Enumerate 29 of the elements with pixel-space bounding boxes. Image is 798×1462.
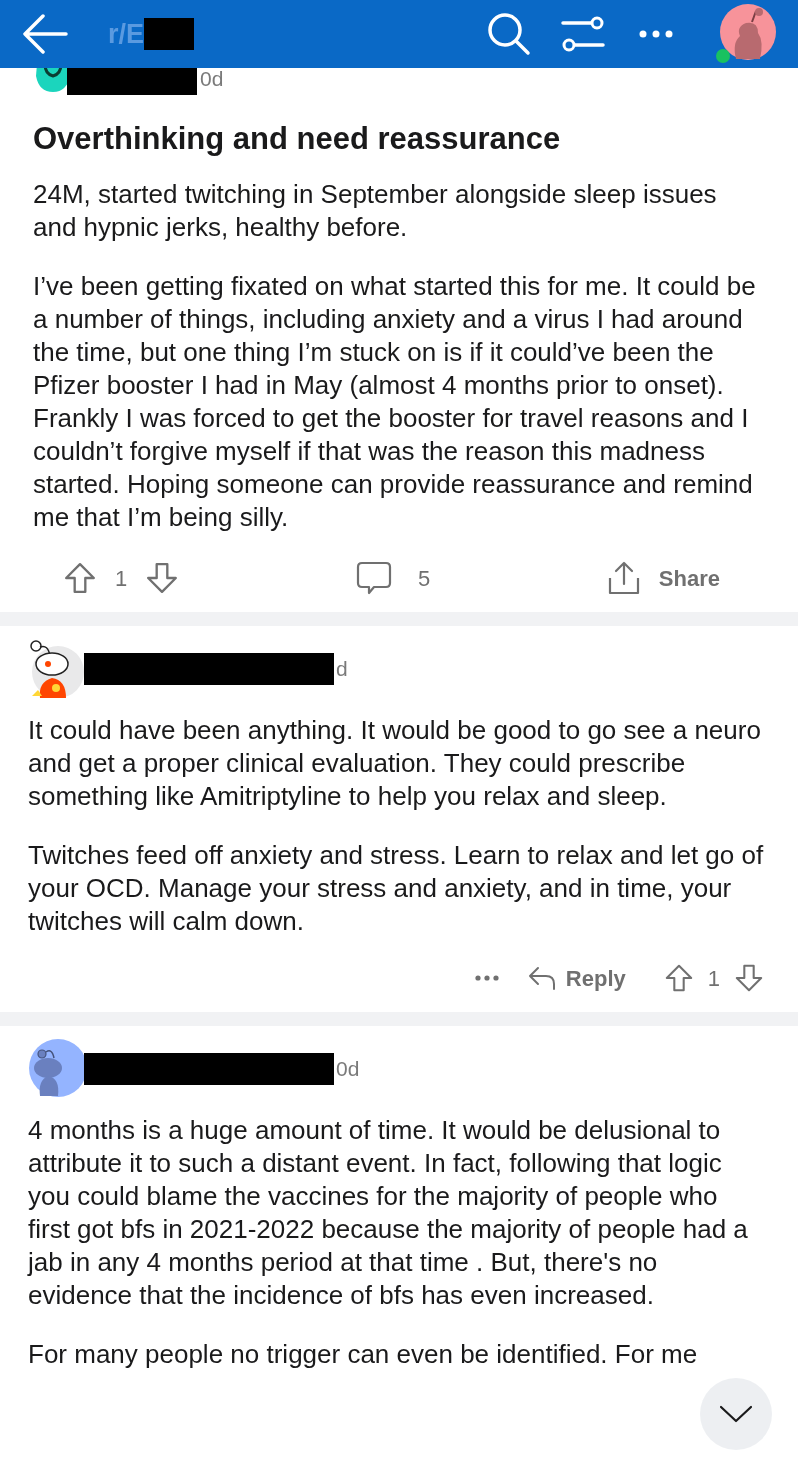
reply-icon xyxy=(527,965,556,991)
vote-count: 1 xyxy=(707,964,720,993)
more-icon[interactable] xyxy=(473,974,500,982)
share-button[interactable]: Share xyxy=(606,560,720,596)
post-title: Overthinking and need reassurance xyxy=(33,120,562,158)
downvote-icon[interactable] xyxy=(145,561,180,595)
filter-icon[interactable] xyxy=(561,14,605,54)
profile-avatar-icon[interactable] xyxy=(714,3,776,65)
comment-icon[interactable] xyxy=(355,560,392,596)
comment-paragraph: It could have been anything. It would be good to go see a neuro and get a proper clinical evaluation. They could prescribe something like Amitriptyline to help you relax and sleep. xyxy=(28,714,762,813)
post-paragraph: I’ve been getting fixated on what started this for me. It could be a number of things, including anxiety and a virus I had around the time, but one thing I’m stuck on is if it could’ve been the Pfizer booster I had in May (almost 4 months prior to onset). Frankly I was forced to get the booster for travel reasons and I couldn’t forgive myself if that was the reason this madness started. Hoping someone can provide reassurance and remind me that I’m being silly. xyxy=(33,270,757,534)
comment-age: 0d xyxy=(336,1056,360,1083)
chevron-down-icon xyxy=(719,1405,753,1423)
comment-paragraph: 4 months is a huge amount of time. It would be delusional to attribute it to such a distant event. In fact, following that logic you could blame the vaccines for the majority of people who first got bfs in 2021-2022 because the majority of people had a jab in any 4 months period at that time . But, there's no evidence that the incidence of bfs has even increased. xyxy=(28,1114,749,1312)
comment-paragraph: For many people no trigger can even be identified. For me xyxy=(28,1338,698,1371)
comment-age: d xyxy=(336,656,348,683)
search-icon[interactable] xyxy=(487,12,531,56)
reply-button[interactable]: Reply xyxy=(527,961,626,995)
post-age: 0d xyxy=(200,66,224,93)
upvote-icon[interactable] xyxy=(663,963,694,993)
downvote-icon[interactable] xyxy=(734,963,764,993)
comment-count: 5 xyxy=(417,564,431,593)
comment-paragraph: Twitches feed off anxiety and stress. Learn to relax and let go of your OCD. Manage your stress and anxiety, and in time, your twitches will calm down. xyxy=(28,839,765,938)
vote-count: 1 xyxy=(115,564,128,593)
more-icon[interactable] xyxy=(638,29,674,39)
back-icon[interactable] xyxy=(22,14,68,54)
upvote-icon[interactable] xyxy=(63,561,97,595)
share-icon xyxy=(606,560,641,596)
post-paragraph: 24M, started twitching in September alongside sleep issues and hypnic jerks, healthy before. xyxy=(33,178,718,244)
